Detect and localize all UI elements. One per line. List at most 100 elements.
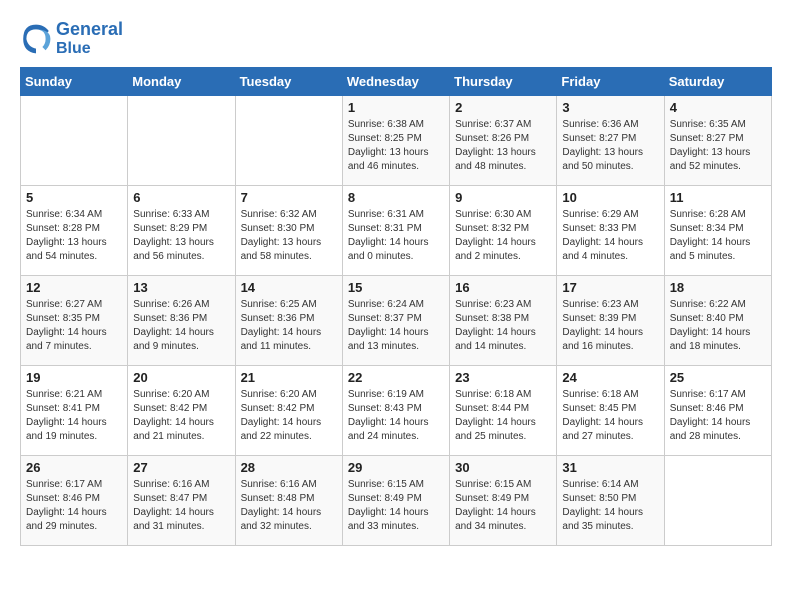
calendar-cell: 18 Sunrise: 6:22 AMSunset: 8:40 PMDayligh… bbox=[664, 276, 771, 366]
day-info: Sunrise: 6:35 AMSunset: 8:27 PMDaylight:… bbox=[670, 118, 766, 174]
day-number: 5 bbox=[26, 190, 122, 205]
day-number: 27 bbox=[133, 460, 229, 475]
day-info: Sunrise: 6:16 AMSunset: 8:48 PMDaylight:… bbox=[241, 478, 337, 534]
day-number: 4 bbox=[670, 100, 766, 115]
day-number: 23 bbox=[455, 370, 551, 385]
calendar-cell: 23 Sunrise: 6:18 AMSunset: 8:44 PMDayligh… bbox=[450, 366, 557, 456]
day-number: 17 bbox=[562, 280, 658, 295]
day-number: 19 bbox=[26, 370, 122, 385]
day-info: Sunrise: 6:22 AMSunset: 8:40 PMDaylight:… bbox=[670, 298, 766, 354]
calendar-cell: 13Sunrise: 6:26 AMSunset: 8:36 PMDayligh… bbox=[128, 276, 235, 366]
day-number: 16 bbox=[455, 280, 551, 295]
calendar-cell: 10 Sunrise: 6:29 AMSunset: 8:33 PMDayligh… bbox=[557, 186, 664, 276]
day-number: 2 bbox=[455, 100, 551, 115]
day-number: 10 bbox=[562, 190, 658, 205]
calendar-cell: 31 Sunrise: 6:14 AMSunset: 8:50 PMDayligh… bbox=[557, 456, 664, 546]
day-info: Sunrise: 6:25 AMSunset: 8:36 PMDaylight:… bbox=[241, 298, 337, 354]
day-info: Sunrise: 6:38 AMSunset: 8:25 PMDaylight:… bbox=[348, 118, 444, 174]
calendar-cell: 11 Sunrise: 6:28 AMSunset: 8:34 PMDayligh… bbox=[664, 186, 771, 276]
calendar-cell: 22 Sunrise: 6:19 AMSunset: 8:43 PMDayligh… bbox=[342, 366, 449, 456]
calendar-cell: 29 Sunrise: 6:15 AMSunset: 8:49 PMDayligh… bbox=[342, 456, 449, 546]
day-info: Sunrise: 6:31 AMSunset: 8:31 PMDaylight:… bbox=[348, 208, 444, 264]
day-info: Sunrise: 6:18 AMSunset: 8:44 PMDaylight:… bbox=[455, 388, 551, 444]
day-info: Sunrise: 6:20 AMSunset: 8:42 PMDaylight:… bbox=[241, 388, 337, 444]
calendar-cell bbox=[128, 96, 235, 186]
calendar-cell: 7 Sunrise: 6:32 AMSunset: 8:30 PMDaylight… bbox=[235, 186, 342, 276]
calendar-cell: 16 Sunrise: 6:23 AMSunset: 8:38 PMDayligh… bbox=[450, 276, 557, 366]
logo: General Blue bbox=[20, 20, 123, 57]
day-number: 15 bbox=[348, 280, 444, 295]
day-info: Sunrise: 6:23 AMSunset: 8:39 PMDaylight:… bbox=[562, 298, 658, 354]
page-header: General Blue bbox=[20, 20, 772, 57]
day-number: 29 bbox=[348, 460, 444, 475]
day-info: Sunrise: 6:29 AMSunset: 8:33 PMDaylight:… bbox=[562, 208, 658, 264]
calendar-cell bbox=[664, 456, 771, 546]
day-number: 20 bbox=[133, 370, 229, 385]
calendar-cell bbox=[21, 96, 128, 186]
weekday-header-monday: Monday bbox=[128, 68, 235, 96]
calendar-cell: 1 Sunrise: 6:38 AMSunset: 8:25 PMDaylight… bbox=[342, 96, 449, 186]
day-number: 6 bbox=[133, 190, 229, 205]
day-info: Sunrise: 6:15 AMSunset: 8:49 PMDaylight:… bbox=[455, 478, 551, 534]
day-info: Sunrise: 6:30 AMSunset: 8:32 PMDaylight:… bbox=[455, 208, 551, 264]
logo-text: General Blue bbox=[56, 20, 123, 57]
weekday-header-saturday: Saturday bbox=[664, 68, 771, 96]
day-info: Sunrise: 6:34 AMSunset: 8:28 PMDaylight:… bbox=[26, 208, 122, 264]
day-info: Sunrise: 6:16 AMSunset: 8:47 PMDaylight:… bbox=[133, 478, 229, 534]
day-number: 11 bbox=[670, 190, 766, 205]
logo-icon bbox=[20, 23, 52, 55]
day-number: 12 bbox=[26, 280, 122, 295]
day-number: 22 bbox=[348, 370, 444, 385]
day-number: 30 bbox=[455, 460, 551, 475]
day-info: Sunrise: 6:32 AMSunset: 8:30 PMDaylight:… bbox=[241, 208, 337, 264]
day-number: 1 bbox=[348, 100, 444, 115]
calendar-cell: 3 Sunrise: 6:36 AMSunset: 8:27 PMDaylight… bbox=[557, 96, 664, 186]
calendar-cell: 21 Sunrise: 6:20 AMSunset: 8:42 PMDayligh… bbox=[235, 366, 342, 456]
weekday-header-thursday: Thursday bbox=[450, 68, 557, 96]
day-info: Sunrise: 6:21 AMSunset: 8:41 PMDaylight:… bbox=[26, 388, 122, 444]
day-info: Sunrise: 6:19 AMSunset: 8:43 PMDaylight:… bbox=[348, 388, 444, 444]
day-info: Sunrise: 6:36 AMSunset: 8:27 PMDaylight:… bbox=[562, 118, 658, 174]
weekday-header-sunday: Sunday bbox=[21, 68, 128, 96]
calendar-cell: 5 Sunrise: 6:34 AMSunset: 8:28 PMDaylight… bbox=[21, 186, 128, 276]
calendar-cell: 9 Sunrise: 6:30 AMSunset: 8:32 PMDaylight… bbox=[450, 186, 557, 276]
weekday-header-tuesday: Tuesday bbox=[235, 68, 342, 96]
weekday-header-friday: Friday bbox=[557, 68, 664, 96]
day-info: Sunrise: 6:23 AMSunset: 8:38 PMDaylight:… bbox=[455, 298, 551, 354]
day-number: 3 bbox=[562, 100, 658, 115]
calendar-cell: 14Sunrise: 6:25 AMSunset: 8:36 PMDayligh… bbox=[235, 276, 342, 366]
day-number: 24 bbox=[562, 370, 658, 385]
calendar-cell: 20 Sunrise: 6:20 AMSunset: 8:42 PMDayligh… bbox=[128, 366, 235, 456]
day-info: Sunrise: 6:37 AMSunset: 8:26 PMDaylight:… bbox=[455, 118, 551, 174]
day-number: 31 bbox=[562, 460, 658, 475]
calendar-cell: 4 Sunrise: 6:35 AMSunset: 8:27 PMDaylight… bbox=[664, 96, 771, 186]
calendar-cell: 28Sunrise: 6:16 AMSunset: 8:48 PMDayligh… bbox=[235, 456, 342, 546]
calendar-table: SundayMondayTuesdayWednesdayThursdayFrid… bbox=[20, 67, 772, 546]
day-number: 21 bbox=[241, 370, 337, 385]
day-number: 26 bbox=[26, 460, 122, 475]
day-number: 13 bbox=[133, 280, 229, 295]
calendar-cell: 12 Sunrise: 6:27 AMSunset: 8:35 PMDayligh… bbox=[21, 276, 128, 366]
calendar-cell: 30 Sunrise: 6:15 AMSunset: 8:49 PMDayligh… bbox=[450, 456, 557, 546]
day-number: 9 bbox=[455, 190, 551, 205]
calendar-cell: 26 Sunrise: 6:17 AMSunset: 8:46 PMDayligh… bbox=[21, 456, 128, 546]
day-info: Sunrise: 6:28 AMSunset: 8:34 PMDaylight:… bbox=[670, 208, 766, 264]
day-number: 8 bbox=[348, 190, 444, 205]
day-info: Sunrise: 6:27 AMSunset: 8:35 PMDaylight:… bbox=[26, 298, 122, 354]
calendar-cell: 25 Sunrise: 6:17 AMSunset: 8:46 PMDayligh… bbox=[664, 366, 771, 456]
calendar-cell: 2 Sunrise: 6:37 AMSunset: 8:26 PMDaylight… bbox=[450, 96, 557, 186]
calendar-cell bbox=[235, 96, 342, 186]
day-info: Sunrise: 6:17 AMSunset: 8:46 PMDaylight:… bbox=[26, 478, 122, 534]
day-number: 7 bbox=[241, 190, 337, 205]
calendar-cell: 19 Sunrise: 6:21 AMSunset: 8:41 PMDayligh… bbox=[21, 366, 128, 456]
calendar-cell: 27 Sunrise: 6:16 AMSunset: 8:47 PMDayligh… bbox=[128, 456, 235, 546]
calendar-cell: 8 Sunrise: 6:31 AMSunset: 8:31 PMDaylight… bbox=[342, 186, 449, 276]
calendar-cell: 17 Sunrise: 6:23 AMSunset: 8:39 PMDayligh… bbox=[557, 276, 664, 366]
day-info: Sunrise: 6:15 AMSunset: 8:49 PMDaylight:… bbox=[348, 478, 444, 534]
day-number: 18 bbox=[670, 280, 766, 295]
day-info: Sunrise: 6:33 AMSunset: 8:29 PMDaylight:… bbox=[133, 208, 229, 264]
day-info: Sunrise: 6:17 AMSunset: 8:46 PMDaylight:… bbox=[670, 388, 766, 444]
day-number: 25 bbox=[670, 370, 766, 385]
day-info: Sunrise: 6:14 AMSunset: 8:50 PMDaylight:… bbox=[562, 478, 658, 534]
day-info: Sunrise: 6:20 AMSunset: 8:42 PMDaylight:… bbox=[133, 388, 229, 444]
